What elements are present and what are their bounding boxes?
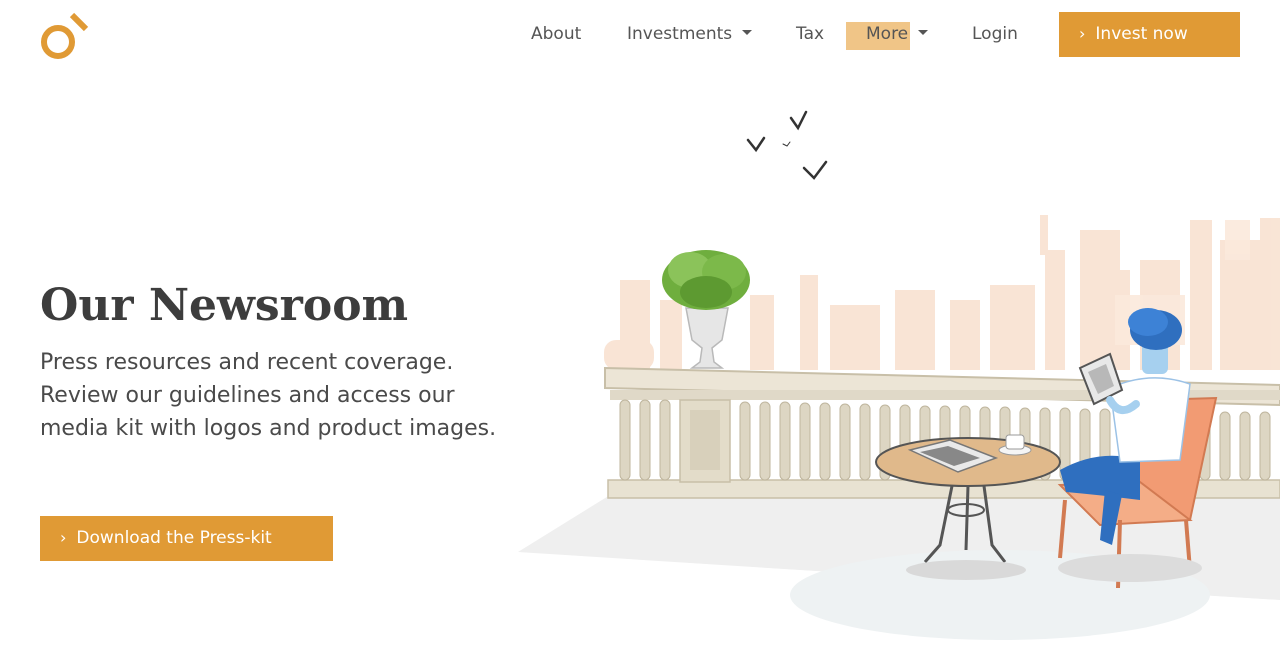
download-press-kit-button[interactable]: › Download the Press-kit <box>40 516 333 561</box>
page: About Investments Tax More Login › Invest… <box>0 0 1280 662</box>
chevron-down-icon <box>742 30 753 35</box>
chevron-right-icon: › <box>1079 24 1086 43</box>
nav-about[interactable]: About <box>531 22 581 46</box>
birds-icon <box>746 110 828 180</box>
download-press-kit-label: Download the Press-kit <box>76 528 272 548</box>
chevron-down-icon <box>918 30 929 35</box>
nav-investments[interactable]: Investments <box>627 22 753 46</box>
hero-description: Press resources and recent coverage. Rev… <box>40 350 497 441</box>
invest-now-button[interactable]: › Invest now <box>1059 12 1240 57</box>
nav-more-label: More <box>866 24 909 44</box>
nav-login[interactable]: Login <box>972 22 1018 46</box>
nav-investments-label: Investments <box>627 24 733 44</box>
nav-tax[interactable]: Tax <box>796 22 824 46</box>
nav-more[interactable]: More <box>866 22 929 46</box>
balcony-illustration <box>518 110 1280 640</box>
invest-now-label: Invest now <box>1095 24 1188 44</box>
chevron-right-icon: › <box>60 528 67 547</box>
page-title: Our Newsroom <box>40 280 409 331</box>
